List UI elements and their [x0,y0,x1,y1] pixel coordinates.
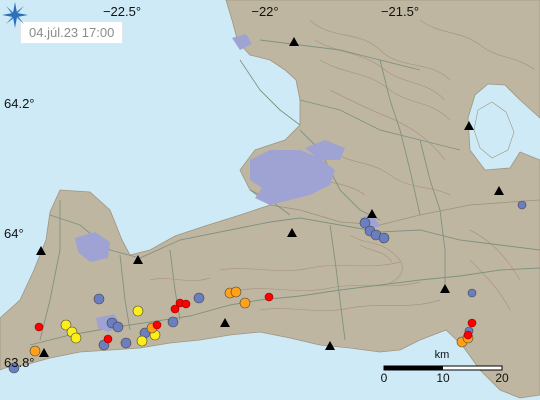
map-svg: −22.5° −22° −21.5° 64.2° 64° 63.8° km 0 … [0,0,540,400]
quake-blue [112,321,124,333]
quake-red [34,322,44,332]
quake-yellow [136,335,148,347]
quake-yellow [70,332,82,344]
quake-blue [517,200,527,210]
quake-red [103,334,113,344]
map-canvas[interactable]: −22.5° −22° −21.5° 64.2° 64° 63.8° km 0 … [0,0,540,400]
quake-red [463,330,473,340]
lat-label: 63.8° [4,355,35,370]
quake-orange [230,286,242,298]
timestamp-label: 04.júl.23 17:00 [20,21,124,44]
lon-label: −22° [251,4,278,19]
lon-label: −21.5° [381,4,419,19]
scale-unit: km [435,349,450,361]
scale-bar-segment [384,366,443,370]
quake-orange [239,297,251,309]
vedur-star-icon[interactable] [0,0,30,30]
quake-red [467,318,477,328]
quake-yellow [132,305,144,317]
quake-blue [167,316,179,328]
quake-blue [193,292,205,304]
lon-label: −22.5° [103,4,141,19]
scale-tick-label: 10 [436,371,450,385]
quake-red [264,292,274,302]
quake-blue [120,337,132,349]
lat-label: 64° [4,226,24,241]
scale-tick-label: 20 [495,371,509,385]
quake-blue [93,293,105,305]
quake-blue [378,232,390,244]
quake-red [152,320,162,330]
scale-tick-label: 0 [381,371,388,385]
quake-blue [467,288,477,298]
lat-label: 64.2° [4,96,35,111]
quake-red [181,299,191,309]
